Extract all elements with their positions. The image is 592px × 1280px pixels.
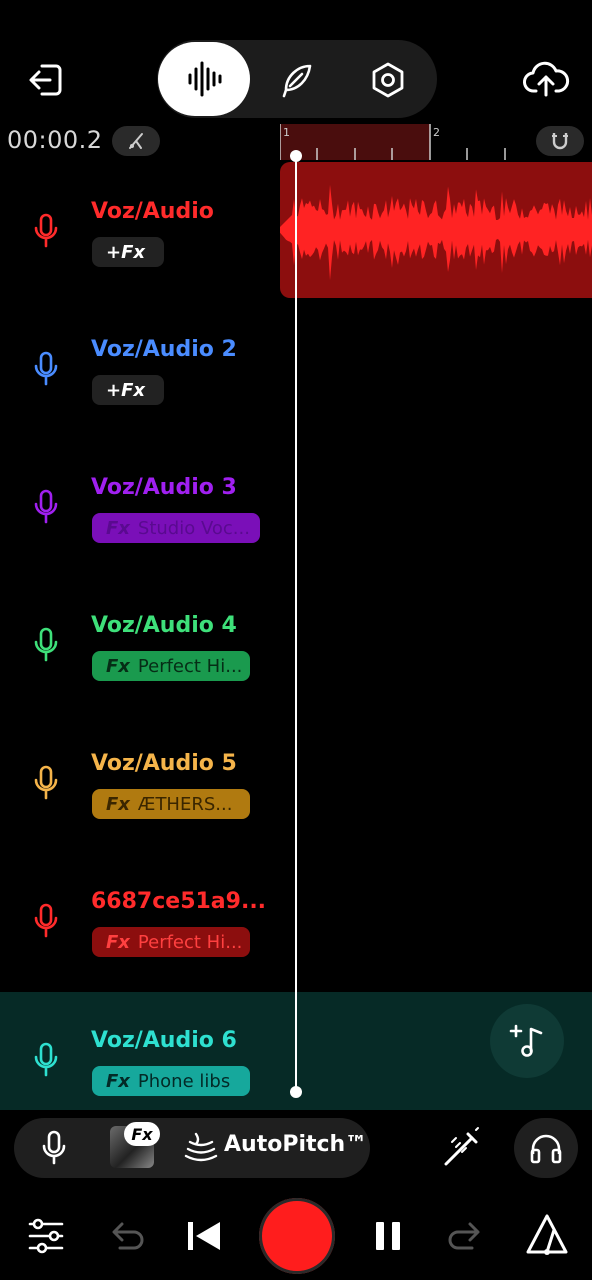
ruler-mark-1: 1 xyxy=(283,126,290,139)
headphones-icon xyxy=(530,1134,562,1164)
fx-label: Fx xyxy=(106,517,130,539)
snap-button[interactable] xyxy=(536,126,584,156)
mode-tab-record[interactable] xyxy=(158,42,250,116)
track-fx-chip[interactable]: +Fx xyxy=(92,375,164,405)
mixer-icon xyxy=(28,1218,64,1254)
pause-button[interactable] xyxy=(366,1214,410,1258)
track-mic-icon[interactable] xyxy=(32,903,60,939)
skip-back-icon xyxy=(188,1222,220,1250)
playhead-handle-bottom[interactable] xyxy=(290,1086,302,1098)
fx-add-label: +Fx xyxy=(106,379,145,401)
track-mic-icon[interactable] xyxy=(32,213,60,249)
track-name[interactable]: Voz/Audio 5 xyxy=(91,751,237,776)
fx-preset-name: Phone libs xyxy=(137,1070,231,1092)
track-fx-chip[interactable]: Fx Perfect Hi... xyxy=(92,927,250,957)
autopitch-icon xyxy=(184,1132,218,1162)
fx-label: Fx xyxy=(106,655,130,677)
track-fx-chip[interactable]: +Fx xyxy=(92,237,164,267)
track-fx-chip[interactable]: Fx Studio Voc... xyxy=(92,513,260,543)
record-button[interactable] xyxy=(259,1198,335,1274)
add-track-button[interactable] xyxy=(490,1004,564,1078)
undo-icon xyxy=(112,1222,144,1250)
mic-icon xyxy=(42,1130,66,1165)
track-mic-icon[interactable] xyxy=(32,627,60,663)
redo-icon xyxy=(448,1222,480,1250)
fx-preset-name: ÆTHERS... xyxy=(137,793,233,815)
fx-label: Fx xyxy=(106,793,130,815)
tuner-icon xyxy=(526,1214,568,1255)
track-name[interactable]: Voz/Audio 2 xyxy=(91,337,237,362)
clip-waveform xyxy=(280,184,592,281)
track-name[interactable]: Voz/Audio 6 xyxy=(91,1028,237,1053)
magic-wand-button[interactable] xyxy=(438,1124,486,1172)
track-fx-chip[interactable]: Fx Phone libs xyxy=(92,1066,250,1096)
fx-label: Fx xyxy=(106,931,130,953)
autopitch-button[interactable] xyxy=(184,1130,218,1164)
back-button[interactable] xyxy=(24,58,68,102)
track-name[interactable]: Voz/Audio xyxy=(91,199,214,224)
waveform-icon xyxy=(188,61,222,97)
tuner-button[interactable] xyxy=(524,1212,570,1258)
track-mic-icon[interactable] xyxy=(32,765,60,801)
fx-preset-name: Studio Voc... xyxy=(137,517,250,539)
upload-button[interactable] xyxy=(522,55,570,103)
cloud-upload-icon xyxy=(523,61,570,97)
playback-time: 00:00.2 xyxy=(7,126,103,154)
metronome-button[interactable] xyxy=(112,126,160,156)
mixer-button[interactable] xyxy=(26,1216,66,1256)
audio-clip[interactable] xyxy=(280,162,592,298)
fx-label: Fx xyxy=(106,1070,130,1092)
ruler-mark-2: 2 xyxy=(433,126,440,139)
playhead[interactable] xyxy=(295,154,297,1094)
fx-preset-name: Perfect Hi... xyxy=(137,655,243,677)
monitor-button[interactable] xyxy=(514,1118,578,1178)
skip-back-button[interactable] xyxy=(182,1214,226,1258)
playhead-handle-top[interactable] xyxy=(290,150,302,162)
track-name[interactable]: Voz/Audio 4 xyxy=(91,613,237,638)
metronome-icon xyxy=(129,133,143,149)
fx-add-label: +Fx xyxy=(106,241,145,263)
autopitch-label[interactable]: AutoPitch™ xyxy=(224,1132,367,1157)
track-fx-chip[interactable]: Fx ÆTHERS... xyxy=(92,789,250,819)
fx-badge: Fx xyxy=(124,1122,160,1146)
track-fx-chip[interactable]: Fx Perfect Hi... xyxy=(92,651,250,681)
back-icon xyxy=(29,64,62,96)
track-mic-icon[interactable] xyxy=(32,351,60,387)
magic-wand-icon xyxy=(444,1127,479,1166)
pause-icon xyxy=(376,1222,400,1250)
fx-preset-name: Perfect Hi... xyxy=(137,931,243,953)
track-name[interactable]: 6687ce51a9... xyxy=(91,889,266,914)
mode-tab-lyrics[interactable] xyxy=(270,54,322,106)
redo-button[interactable] xyxy=(444,1214,488,1258)
track-mic-icon[interactable] xyxy=(32,1042,60,1078)
mode-tab-settings[interactable] xyxy=(362,54,414,106)
input-mic-button[interactable] xyxy=(34,1128,74,1168)
magnet-icon xyxy=(552,133,568,150)
add-track-icon xyxy=(509,1024,543,1057)
track-name[interactable]: Voz/Audio 3 xyxy=(91,475,237,500)
hex-settings-icon xyxy=(372,62,404,98)
undo-button[interactable] xyxy=(104,1214,148,1258)
feather-icon xyxy=(282,64,312,98)
track-mic-icon[interactable] xyxy=(32,489,60,525)
